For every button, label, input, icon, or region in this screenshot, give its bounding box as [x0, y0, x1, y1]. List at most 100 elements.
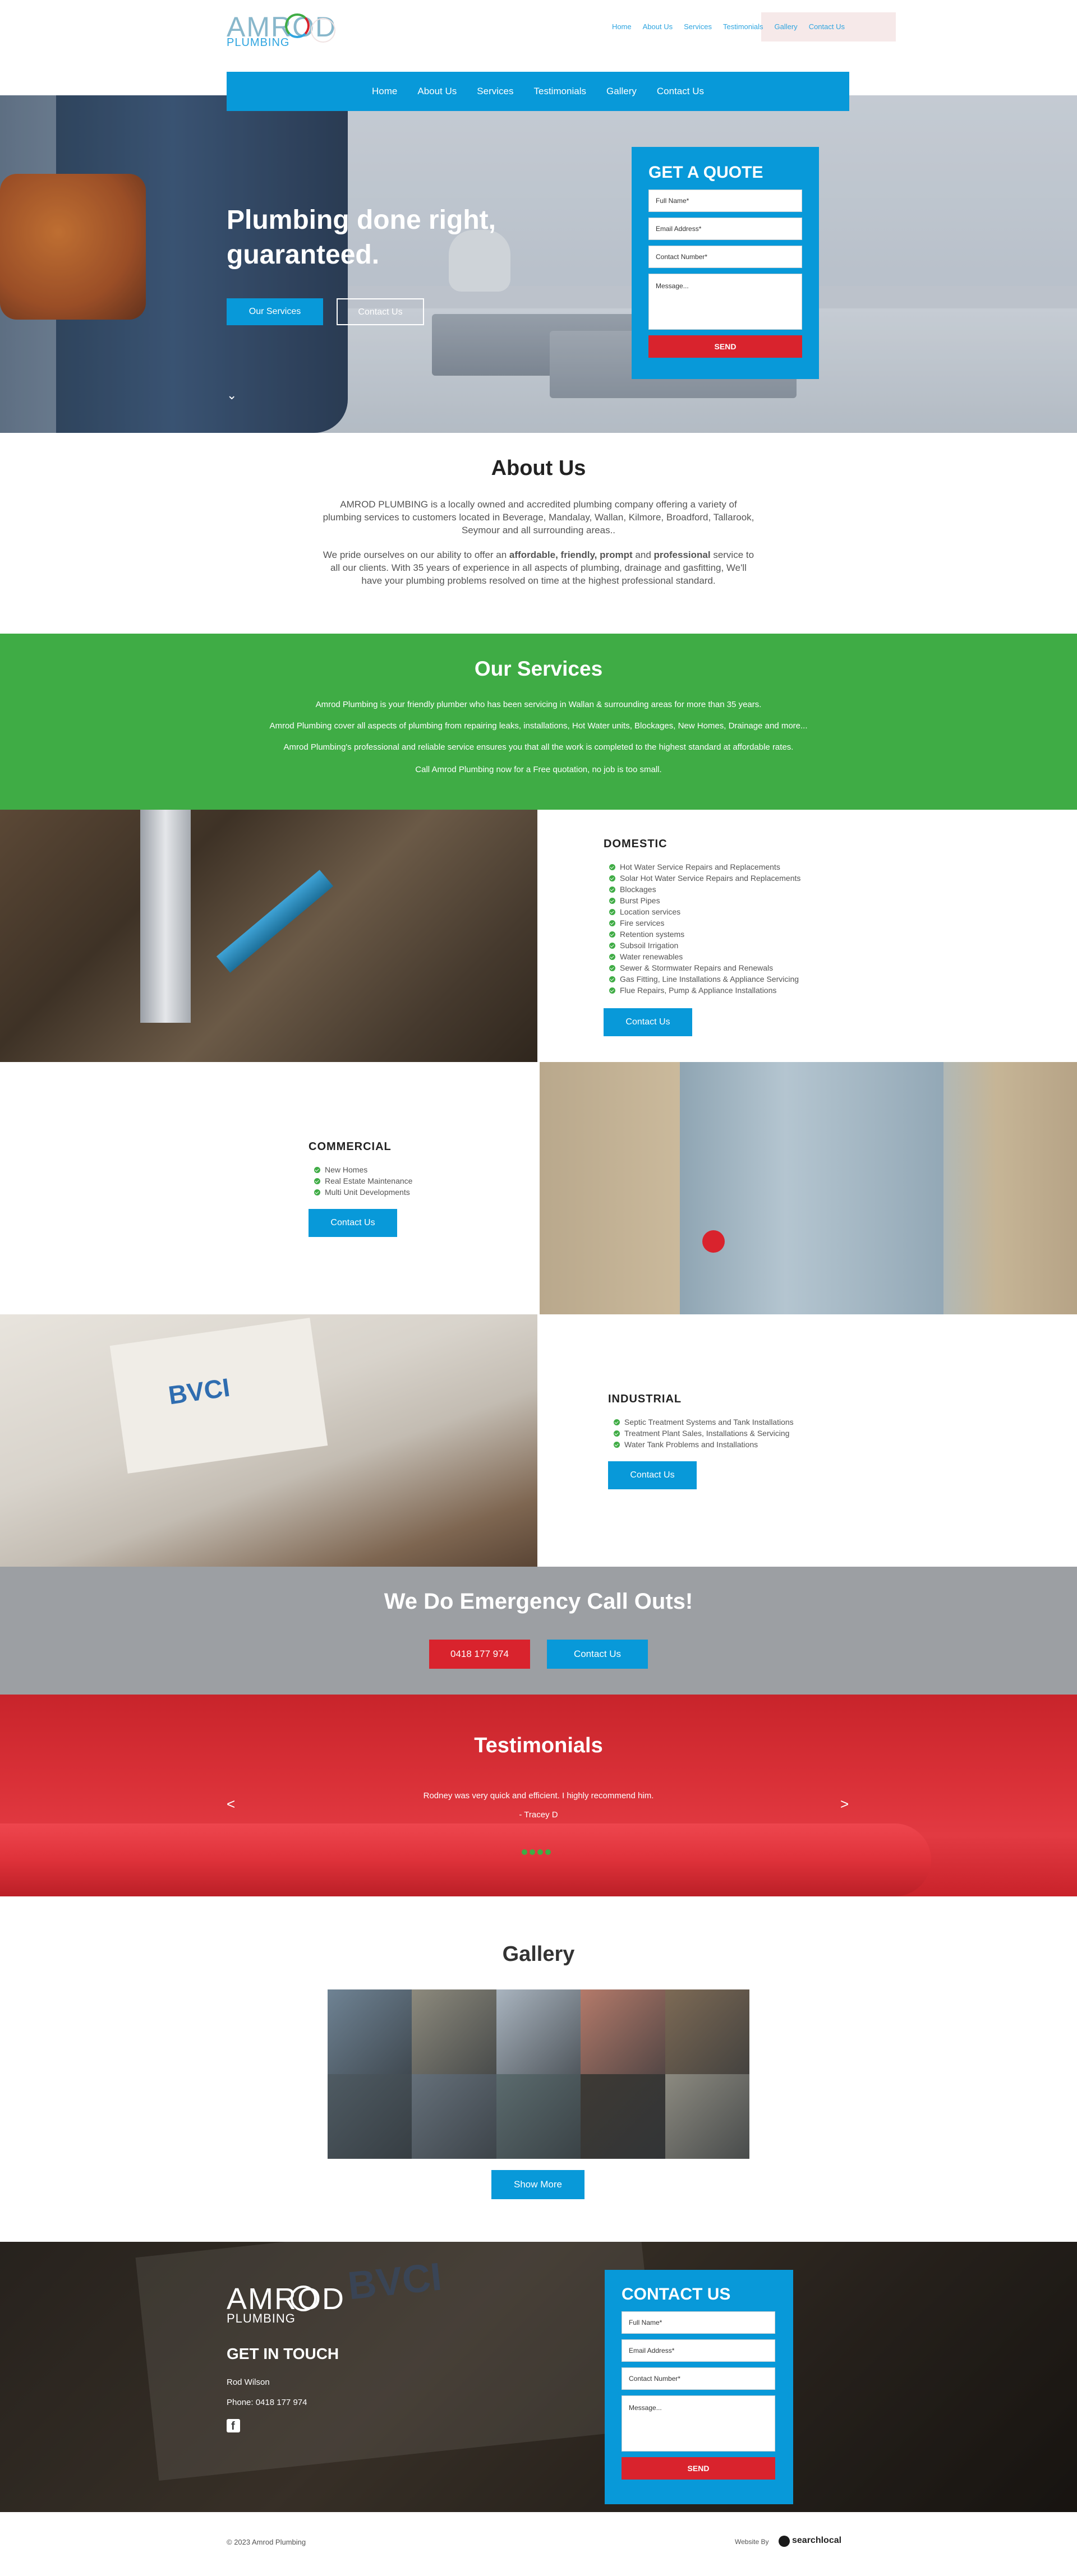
- footer-phone[interactable]: Phone: 0418 177 974: [227, 2398, 307, 2407]
- check-circle-icon: [614, 1430, 620, 1437]
- logo-ghost-ring-icon: [311, 18, 335, 43]
- quote-email-input[interactable]: Email Address*: [648, 218, 802, 240]
- gallery-section: Gallery Show More: [0, 1896, 1077, 2242]
- check-circle-icon: [609, 931, 615, 938]
- services-line: Amrod Plumbing cover all aspects of plum…: [269, 721, 808, 731]
- quote-message-textarea[interactable]: Message...: [648, 274, 802, 330]
- hero-banner: Plumbing done right, guaranteed. Our Ser…: [0, 95, 1077, 433]
- bottom-bar: © 2023 Amrod Plumbing Website By searchl…: [0, 2512, 1077, 2576]
- domestic-item-label: Fire services: [620, 918, 665, 927]
- footer-logo-wordmark: AMROD: [227, 2282, 345, 2316]
- about-bold-qualities: affordable, friendly, prompt: [509, 550, 633, 560]
- services-title: Our Services: [474, 657, 603, 680]
- commercial-list: New Homes Real Estate Maintenance Multi Un…: [314, 1164, 412, 1198]
- nav-home[interactable]: Home: [372, 86, 397, 97]
- nav-contact[interactable]: Contact Us: [657, 86, 704, 97]
- domestic-item: Solar Hot Water Service Repairs and Repl…: [609, 872, 800, 884]
- gallery-thumbnail[interactable]: [412, 1989, 496, 2074]
- contact-phone-input[interactable]: Contact Number*: [622, 2367, 775, 2390]
- hero-contact-button[interactable]: Contact Us: [337, 298, 424, 325]
- domestic-photo: [0, 810, 537, 1062]
- domestic-contact-button[interactable]: Contact Us: [604, 1008, 692, 1036]
- check-circle-icon: [609, 953, 615, 960]
- check-circle-icon: [614, 1419, 620, 1425]
- domestic-row: DOMESTIC Hot Water Service Repairs and R…: [0, 810, 1077, 1062]
- industrial-item-label: Water Tank Problems and Installations: [624, 1440, 758, 1449]
- testimonial-author: - Tracey D: [519, 1810, 558, 1820]
- photo-red-valve: [702, 1230, 725, 1253]
- industrial-contact-button[interactable]: Contact Us: [608, 1461, 697, 1489]
- top-link-testimonials[interactable]: Testimonials: [717, 12, 769, 41]
- top-link-gallery[interactable]: Gallery: [769, 12, 803, 41]
- agency-pin-icon: [779, 2536, 790, 2547]
- about-paragraph-1: AMROD PLUMBING is a locally owned and ac…: [323, 499, 754, 535]
- show-more-button[interactable]: Show More: [491, 2170, 584, 2199]
- check-circle-icon: [314, 1178, 320, 1184]
- testimonial-quote: Rodney was very quick and efficient. I h…: [423, 1791, 654, 1801]
- chevron-down-icon[interactable]: ⌄: [227, 388, 237, 403]
- contact-send-button[interactable]: SEND: [622, 2457, 775, 2480]
- domestic-item-label: Subsoil Irrigation: [620, 941, 679, 950]
- photo-blue-pipe: [216, 870, 334, 973]
- facebook-icon[interactable]: [227, 2419, 240, 2433]
- footer-get-in-touch: GET IN TOUCH: [227, 2345, 339, 2362]
- gallery-thumbnail[interactable]: [412, 2074, 496, 2159]
- domestic-item: Blockages: [609, 884, 800, 895]
- gallery-thumbnail[interactable]: [328, 2074, 412, 2159]
- gallery-thumbnail[interactable]: [581, 1989, 665, 2074]
- domestic-item: Flue Repairs, Pump & Appliance Installat…: [609, 985, 800, 996]
- quote-form: GET A QUOTE Full Name* Email Address* Co…: [632, 147, 819, 379]
- commercial-contact-button[interactable]: Contact Us: [309, 1209, 397, 1237]
- domestic-item: Retention systems: [609, 929, 800, 940]
- industrial-row: BVCI INDUSTRIAL Septic Treatment Systems…: [0, 1314, 1077, 1567]
- domestic-item-label: Flue Repairs, Pump & Appliance Installat…: [620, 986, 777, 995]
- gallery-thumbnail[interactable]: [665, 2074, 749, 2159]
- contact-message-textarea[interactable]: Message...: [622, 2395, 775, 2452]
- industrial-item: Water Tank Problems and Installations: [614, 1439, 794, 1450]
- gallery-thumbnail[interactable]: [581, 2074, 665, 2159]
- industrial-photo: BVCI: [0, 1314, 537, 1567]
- top-link-home[interactable]: Home: [606, 12, 637, 41]
- services-line: Amrod Plumbing is your friendly plumber …: [315, 700, 762, 709]
- about-section: About Us AMROD PLUMBING is a locally own…: [0, 433, 1077, 634]
- gallery-thumbnail[interactable]: [665, 1989, 749, 2074]
- top-link-services[interactable]: Services: [678, 12, 717, 41]
- domestic-item: Burst Pipes: [609, 895, 800, 906]
- nav-services[interactable]: Services: [477, 86, 513, 97]
- commercial-item-label: New Homes: [325, 1165, 368, 1174]
- website-by-label: Website By: [735, 2538, 769, 2546]
- gallery-thumbnail[interactable]: [496, 1989, 581, 2074]
- industrial-item-label: Septic Treatment Systems and Tank Instal…: [624, 1418, 794, 1427]
- footer-logo[interactable]: AMROD PLUMBING: [227, 2282, 372, 2333]
- domestic-item: Fire services: [609, 917, 800, 929]
- gallery-thumbnail[interactable]: [328, 1989, 412, 2074]
- contact-full-name-input[interactable]: Full Name*: [622, 2311, 775, 2334]
- site-logo[interactable]: AMROD PLUMBING: [227, 11, 361, 62]
- check-circle-icon: [614, 1441, 620, 1448]
- commercial-item-label: Real Estate Maintenance: [325, 1176, 413, 1185]
- rating-dot: [545, 1849, 551, 1855]
- emergency-contact-button[interactable]: Contact Us: [547, 1640, 648, 1669]
- nav-testimonials[interactable]: Testimonials: [533, 86, 586, 97]
- nav-gallery[interactable]: Gallery: [606, 86, 637, 97]
- top-link-bar: Home About Us Services Testimonials Gall…: [606, 12, 896, 41]
- nav-about[interactable]: About Us: [417, 86, 457, 97]
- services-line: Amrod Plumbing's professional and reliab…: [283, 742, 794, 752]
- emergency-phone-button[interactable]: 0418 177 974: [429, 1640, 530, 1669]
- domestic-item: Hot Water Service Repairs and Replacemen…: [609, 861, 800, 872]
- about-text: We pride ourselves on our ability to off…: [323, 550, 509, 560]
- industrial-title: INDUSTRIAL: [608, 1393, 682, 1405]
- top-link-about[interactable]: About Us: [637, 12, 678, 41]
- contact-email-input[interactable]: Email Address*: [622, 2339, 775, 2362]
- quote-phone-input[interactable]: Contact Number*: [648, 246, 802, 268]
- check-circle-icon: [314, 1189, 320, 1195]
- domestic-item: Water renewables: [609, 951, 800, 962]
- domestic-item-label: Hot Water Service Repairs and Replacemen…: [620, 862, 780, 871]
- domestic-item-label: Blockages: [620, 885, 656, 894]
- agency-logo[interactable]: searchlocal: [779, 2533, 850, 2550]
- our-services-button[interactable]: Our Services: [227, 298, 323, 325]
- quote-full-name-input[interactable]: Full Name*: [648, 190, 802, 212]
- top-link-contact[interactable]: Contact Us: [803, 12, 850, 41]
- quote-send-button[interactable]: SEND: [648, 335, 802, 358]
- gallery-thumbnail[interactable]: [496, 2074, 581, 2159]
